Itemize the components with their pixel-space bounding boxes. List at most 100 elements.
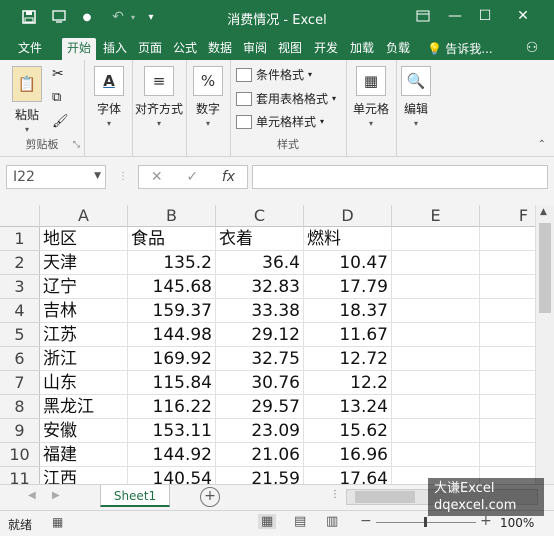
tab-load[interactable]: 负载 [382, 38, 414, 60]
table-cell[interactable]: 29.57 [216, 395, 304, 419]
ribbon-display-icon[interactable] [408, 5, 438, 27]
empty-cell[interactable] [392, 395, 480, 419]
name-box[interactable]: I22 ▼ [6, 165, 106, 189]
insert-function-icon[interactable]: fx [222, 169, 235, 185]
row-header-6[interactable]: 6 [0, 347, 40, 371]
header-cell[interactable]: 食品 [128, 227, 216, 251]
table-cell[interactable]: 23.09 [216, 419, 304, 443]
format-as-table-button[interactable]: 套用表格格式 ▾ [236, 90, 336, 107]
scroll-thumb[interactable] [539, 223, 551, 313]
table-cell[interactable]: 140.54 [128, 467, 216, 484]
table-cell[interactable]: 21.06 [216, 443, 304, 467]
zoom-slider[interactable] [376, 517, 476, 527]
zoom-slider-thumb[interactable] [424, 517, 427, 527]
header-cell[interactable]: 衣着 [216, 227, 304, 251]
tab-insert[interactable]: 插入 [100, 38, 130, 60]
table-cell[interactable]: 115.84 [128, 371, 216, 395]
table-cell[interactable]: 116.22 [128, 395, 216, 419]
cut-icon[interactable]: ✂ [52, 66, 64, 82]
table-cell[interactable]: 169.92 [128, 347, 216, 371]
table-cell[interactable]: 浙江 [40, 347, 128, 371]
formula-input[interactable] [252, 165, 548, 189]
row-header-7[interactable]: 7 [0, 371, 40, 395]
table-cell[interactable]: 吉林 [40, 299, 128, 323]
number-button[interactable]: % 数字 ▾ [192, 66, 224, 128]
cancel-icon[interactable]: ✕ [151, 169, 163, 185]
zoom-level[interactable]: 100% [500, 516, 534, 530]
table-cell[interactable]: 13.24 [304, 395, 392, 419]
table-cell[interactable]: 21.59 [216, 467, 304, 484]
header-cell[interactable]: 燃料 [304, 227, 392, 251]
table-cell[interactable]: 江西 [40, 467, 128, 484]
row-header-11[interactable]: 11 [0, 467, 40, 484]
empty-cell[interactable] [392, 323, 480, 347]
table-cell[interactable]: 153.11 [128, 419, 216, 443]
sheet-tab-sheet1[interactable]: Sheet1 [100, 485, 170, 507]
table-cell[interactable]: 天津 [40, 251, 128, 275]
horizontal-scroll-thumb[interactable] [355, 491, 415, 503]
table-cell[interactable]: 16.96 [304, 443, 392, 467]
tab-view[interactable]: 视图 [274, 38, 306, 60]
row-header-5[interactable]: 5 [0, 323, 40, 347]
table-cell[interactable]: 159.37 [128, 299, 216, 323]
table-cell[interactable]: 18.37 [304, 299, 392, 323]
macro-record-icon[interactable]: ▦ [52, 515, 63, 529]
table-cell[interactable]: 32.75 [216, 347, 304, 371]
tab-data[interactable]: 数据 [204, 38, 236, 60]
splitter-icon[interactable]: ⋮ [118, 171, 128, 182]
table-cell[interactable]: 福建 [40, 443, 128, 467]
table-cell[interactable]: 29.12 [216, 323, 304, 347]
tab-addins[interactable]: 加载 [346, 38, 378, 60]
row-header-3[interactable]: 3 [0, 275, 40, 299]
vertical-scrollbar[interactable]: ▲ [535, 205, 554, 484]
cells-button[interactable]: ▦ 单元格 ▾ [348, 66, 394, 128]
table-cell[interactable]: 144.92 [128, 443, 216, 467]
table-cell[interactable]: 17.79 [304, 275, 392, 299]
table-cell[interactable]: 135.2 [128, 251, 216, 275]
tab-home[interactable]: 开始 [62, 38, 96, 60]
table-cell[interactable]: 10.47 [304, 251, 392, 275]
header-cell[interactable]: 地区 [40, 227, 128, 251]
row-header-9[interactable]: 9 [0, 419, 40, 443]
table-cell[interactable]: 12.2 [304, 371, 392, 395]
row-header-1[interactable]: 1 [0, 227, 40, 251]
table-cell[interactable]: 山东 [40, 371, 128, 395]
normal-view-icon[interactable]: ▦ [258, 514, 277, 529]
table-cell[interactable]: 17.64 [304, 467, 392, 484]
empty-cell[interactable] [392, 419, 480, 443]
table-cell[interactable]: 32.83 [216, 275, 304, 299]
tab-developer[interactable]: 开发 [310, 38, 342, 60]
tell-me-search[interactable]: 💡 告诉我... [422, 38, 498, 60]
conditional-format-button[interactable]: 条件格式 ▾ [236, 66, 312, 83]
font-button[interactable]: A 字体 ▾ [92, 66, 126, 128]
tab-file[interactable]: 文件 [14, 38, 46, 60]
table-cell[interactable]: 145.68 [128, 275, 216, 299]
empty-cell[interactable] [392, 251, 480, 275]
empty-cell[interactable] [392, 371, 480, 395]
zoom-out-icon[interactable]: − [360, 513, 372, 529]
empty-cell[interactable] [392, 443, 480, 467]
column-header-c[interactable]: C [216, 205, 304, 227]
column-header-e[interactable]: E [392, 205, 480, 227]
prev-sheet-icon[interactable]: ◀ [28, 490, 36, 501]
table-cell[interactable]: 江苏 [40, 323, 128, 347]
row-header-4[interactable]: 4 [0, 299, 40, 323]
column-header-a[interactable]: A [40, 205, 128, 227]
column-header-b[interactable]: B [128, 205, 216, 227]
page-layout-view-icon[interactable]: ▤ [294, 514, 306, 529]
table-cell[interactable]: 辽宁 [40, 275, 128, 299]
format-painter-icon[interactable]: 🖌 [52, 114, 69, 129]
row-header-2[interactable]: 2 [0, 251, 40, 275]
copy-icon[interactable]: ⧉ [52, 90, 61, 105]
maximize-icon[interactable]: ☐ [470, 5, 500, 27]
add-sheet-icon[interactable]: + [200, 487, 220, 507]
cell-styles-button[interactable]: 单元格样式 ▾ [236, 113, 324, 130]
alignment-button[interactable]: ≡ 对齐方式 ▾ [132, 66, 186, 128]
table-cell[interactable]: 144.98 [128, 323, 216, 347]
empty-cell[interactable] [392, 299, 480, 323]
table-cell[interactable]: 黑龙江 [40, 395, 128, 419]
editing-button[interactable]: 🔍 编辑 ▾ [398, 66, 434, 128]
column-header-d[interactable]: D [304, 205, 392, 227]
table-cell[interactable]: 12.72 [304, 347, 392, 371]
table-cell[interactable]: 30.76 [216, 371, 304, 395]
